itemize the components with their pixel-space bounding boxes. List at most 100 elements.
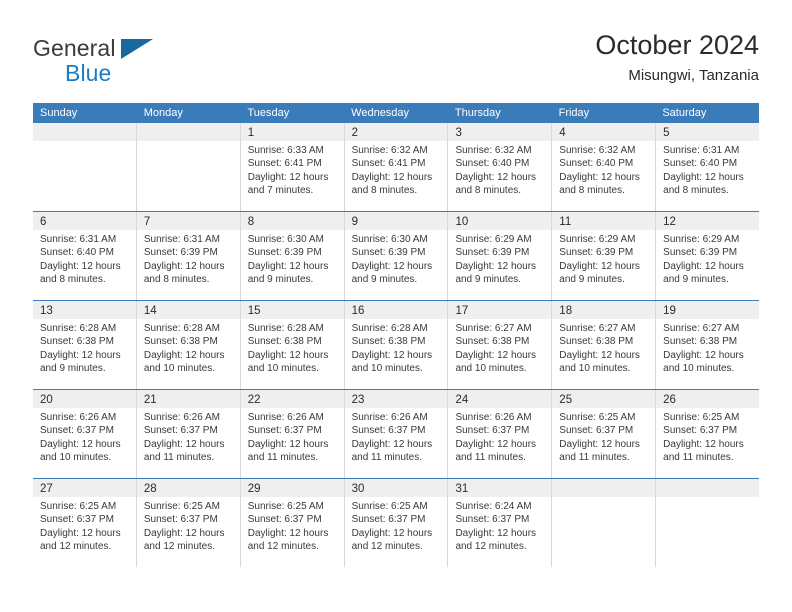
sunset-text: Sunset: 6:39 PM bbox=[351, 247, 426, 259]
calendar-day-cell[interactable]: 4 Sunrise: 6:32 AM Sunset: 6:40 PM Daylight… bbox=[552, 123, 657, 211]
calendar-day-cell-empty bbox=[552, 479, 657, 567]
day-details: Sunrise: 6:24 AM Sunset: 6:37 PM Daylight:… bbox=[448, 497, 551, 554]
daylight-text-line1: Daylight: 12 hours bbox=[559, 171, 640, 183]
calendar-day-cell[interactable]: 3 Sunrise: 6:32 AM Sunset: 6:40 PM Daylight… bbox=[448, 123, 553, 211]
day-number-band: 28 bbox=[136, 479, 240, 497]
sunset-text: Sunset: 6:37 PM bbox=[663, 425, 738, 437]
sunrise-text: Sunrise: 6:26 AM bbox=[143, 412, 221, 423]
calendar-day-cell[interactable]: 8 Sunrise: 6:30 AM Sunset: 6:39 PM Daylight… bbox=[240, 212, 345, 300]
calendar-day-cell[interactable]: 30 Sunrise: 6:25 AM Sunset: 6:37 PM Dayligh… bbox=[344, 479, 449, 567]
day-number-band: 7 bbox=[136, 212, 240, 230]
calendar-day-cell[interactable]: 23 Sunrise: 6:26 AM Sunset: 6:37 PM Dayligh… bbox=[344, 390, 449, 478]
daylight-text-line1: Daylight: 12 hours bbox=[455, 171, 537, 183]
calendar-day-cell[interactable]: 5 Sunrise: 6:31 AM Sunset: 6:40 PM Daylight… bbox=[656, 123, 760, 211]
calendar-day-cell[interactable]: 6 Sunrise: 6:31 AM Sunset: 6:40 PM Daylight… bbox=[33, 212, 137, 300]
calendar-day-cell[interactable]: 21 Sunrise: 6:26 AM Sunset: 6:37 PM Dayligh… bbox=[136, 390, 241, 478]
day-number-band: 17 bbox=[448, 301, 552, 319]
day-details: Sunrise: 6:27 AM Sunset: 6:38 PM Daylight:… bbox=[656, 319, 759, 376]
calendar-day-cell[interactable]: 1 Sunrise: 6:33 AM Sunset: 6:41 PM Daylight… bbox=[240, 123, 345, 211]
day-details: Sunrise: 6:28 AM Sunset: 6:38 PM Daylight:… bbox=[137, 319, 240, 376]
calendar-day-cell[interactable]: 13 Sunrise: 6:28 AM Sunset: 6:38 PM Dayligh… bbox=[33, 301, 137, 389]
day-details: Sunrise: 6:27 AM Sunset: 6:38 PM Daylight:… bbox=[448, 319, 551, 376]
daylight-text-line1: Daylight: 12 hours bbox=[143, 527, 225, 539]
sunrise-text: Sunrise: 6:26 AM bbox=[40, 412, 117, 423]
calendar-day-cell[interactable]: 2 Sunrise: 6:32 AM Sunset: 6:41 PM Daylight… bbox=[344, 123, 449, 211]
day-number-band: 25 bbox=[552, 390, 656, 408]
calendar-week-row: 27 Sunrise: 6:25 AM Sunset: 6:37 PM Dayligh… bbox=[33, 478, 760, 567]
daylight-text-line2: and 8 minutes. bbox=[559, 185, 625, 197]
daylight-text-line1: Daylight: 12 hours bbox=[663, 438, 744, 450]
sunset-text: Sunset: 6:37 PM bbox=[351, 514, 426, 526]
day-number: 6 bbox=[40, 216, 47, 228]
sunrise-text: Sunrise: 6:29 AM bbox=[455, 234, 532, 245]
calendar-day-cell[interactable]: 25 Sunrise: 6:25 AM Sunset: 6:37 PM Dayligh… bbox=[552, 390, 657, 478]
day-number-band: 10 bbox=[448, 212, 552, 230]
day-number-band: 30 bbox=[344, 479, 448, 497]
day-details bbox=[137, 141, 240, 144]
sunrise-text: Sunrise: 6:25 AM bbox=[559, 412, 636, 423]
sunrise-text: Sunrise: 6:26 AM bbox=[351, 412, 428, 423]
daylight-text-line1: Daylight: 12 hours bbox=[247, 349, 329, 361]
sunset-text: Sunset: 6:37 PM bbox=[40, 514, 114, 526]
calendar-day-cell[interactable]: 18 Sunrise: 6:27 AM Sunset: 6:38 PM Dayligh… bbox=[552, 301, 657, 389]
daylight-text-line2: and 10 minutes. bbox=[143, 363, 216, 375]
calendar-day-cell[interactable]: 7 Sunrise: 6:31 AM Sunset: 6:39 PM Daylight… bbox=[136, 212, 241, 300]
day-details: Sunrise: 6:25 AM Sunset: 6:37 PM Daylight:… bbox=[345, 497, 448, 554]
calendar-page: General Blue October 2024 Misungwi, Tanz… bbox=[0, 0, 792, 612]
sunrise-text: Sunrise: 6:31 AM bbox=[143, 234, 221, 245]
daylight-text-line1: Daylight: 12 hours bbox=[247, 260, 329, 272]
day-number-band: 24 bbox=[448, 390, 552, 408]
daylight-text-line2: and 10 minutes. bbox=[40, 452, 112, 464]
page-header: General Blue October 2024 Misungwi, Tanz… bbox=[33, 28, 759, 94]
daylight-text-line1: Daylight: 12 hours bbox=[143, 260, 225, 272]
calendar-day-cell[interactable]: 17 Sunrise: 6:27 AM Sunset: 6:38 PM Dayligh… bbox=[448, 301, 553, 389]
day-number: 14 bbox=[143, 305, 157, 317]
calendar-day-cell-empty bbox=[136, 123, 241, 211]
calendar-day-cell[interactable]: 29 Sunrise: 6:25 AM Sunset: 6:37 PM Dayligh… bbox=[240, 479, 345, 567]
calendar-day-cell[interactable]: 16 Sunrise: 6:28 AM Sunset: 6:38 PM Dayligh… bbox=[344, 301, 449, 389]
calendar-day-cell[interactable]: 31 Sunrise: 6:24 AM Sunset: 6:37 PM Dayligh… bbox=[448, 479, 553, 567]
daylight-text-line2: and 9 minutes. bbox=[559, 274, 625, 286]
daylight-text-line1: Daylight: 12 hours bbox=[455, 260, 537, 272]
weekday-header-friday: Friday bbox=[558, 107, 590, 119]
calendar-day-cell[interactable]: 20 Sunrise: 6:26 AM Sunset: 6:37 PM Dayligh… bbox=[33, 390, 137, 478]
day-details: Sunrise: 6:30 AM Sunset: 6:39 PM Daylight:… bbox=[241, 230, 344, 287]
daylight-text-line1: Daylight: 12 hours bbox=[247, 527, 329, 539]
calendar-day-cell[interactable]: 15 Sunrise: 6:28 AM Sunset: 6:38 PM Dayligh… bbox=[240, 301, 345, 389]
calendar-day-cell[interactable]: 26 Sunrise: 6:25 AM Sunset: 6:37 PM Dayligh… bbox=[656, 390, 760, 478]
calendar-day-cell[interactable]: 22 Sunrise: 6:26 AM Sunset: 6:37 PM Dayligh… bbox=[240, 390, 345, 478]
daylight-text-line1: Daylight: 12 hours bbox=[40, 260, 121, 272]
sunset-text: Sunset: 6:38 PM bbox=[455, 336, 530, 348]
daylight-text-line2: and 11 minutes. bbox=[247, 452, 319, 464]
day-details: Sunrise: 6:28 AM Sunset: 6:38 PM Daylight:… bbox=[241, 319, 344, 376]
sunrise-text: Sunrise: 6:27 AM bbox=[455, 323, 532, 334]
calendar-day-cell[interactable]: 14 Sunrise: 6:28 AM Sunset: 6:38 PM Dayligh… bbox=[136, 301, 241, 389]
sunset-text: Sunset: 6:38 PM bbox=[247, 336, 322, 348]
calendar-day-cell[interactable]: 27 Sunrise: 6:25 AM Sunset: 6:37 PM Dayligh… bbox=[33, 479, 137, 567]
daylight-text-line1: Daylight: 12 hours bbox=[351, 438, 433, 450]
calendar-day-cell[interactable]: 11 Sunrise: 6:29 AM Sunset: 6:39 PM Dayligh… bbox=[552, 212, 657, 300]
daylight-text-line2: and 8 minutes. bbox=[663, 185, 729, 197]
calendar-day-cell[interactable]: 12 Sunrise: 6:29 AM Sunset: 6:39 PM Dayligh… bbox=[656, 212, 760, 300]
triangle-icon bbox=[121, 39, 153, 59]
calendar-day-cell[interactable]: 10 Sunrise: 6:29 AM Sunset: 6:39 PM Dayligh… bbox=[448, 212, 553, 300]
daylight-text-line1: Daylight: 12 hours bbox=[559, 260, 640, 272]
day-number: 4 bbox=[559, 127, 566, 139]
daylight-text-line2: and 9 minutes. bbox=[40, 363, 106, 375]
day-details: Sunrise: 6:32 AM Sunset: 6:40 PM Daylight:… bbox=[448, 141, 551, 198]
day-number-band: 9 bbox=[344, 212, 448, 230]
day-number-band bbox=[656, 479, 760, 497]
day-number-band: 21 bbox=[136, 390, 240, 408]
calendar-week-row: 1 Sunrise: 6:33 AM Sunset: 6:41 PM Daylight… bbox=[33, 123, 760, 211]
sunset-text: Sunset: 6:41 PM bbox=[247, 158, 322, 170]
calendar-day-cell[interactable]: 28 Sunrise: 6:25 AM Sunset: 6:37 PM Dayligh… bbox=[136, 479, 241, 567]
daylight-text-line2: and 11 minutes. bbox=[559, 452, 630, 464]
calendar-day-cell[interactable]: 24 Sunrise: 6:26 AM Sunset: 6:37 PM Dayligh… bbox=[448, 390, 553, 478]
general-blue-logo[interactable]: General Blue bbox=[33, 36, 263, 92]
calendar-day-cell[interactable]: 19 Sunrise: 6:27 AM Sunset: 6:38 PM Dayligh… bbox=[656, 301, 760, 389]
day-details: Sunrise: 6:31 AM Sunset: 6:40 PM Daylight:… bbox=[656, 141, 759, 198]
sunrise-text: Sunrise: 6:33 AM bbox=[247, 145, 324, 156]
day-details: Sunrise: 6:31 AM Sunset: 6:39 PM Daylight:… bbox=[137, 230, 240, 287]
sunrise-text: Sunrise: 6:28 AM bbox=[247, 323, 324, 334]
calendar-day-cell[interactable]: 9 Sunrise: 6:30 AM Sunset: 6:39 PM Daylight… bbox=[344, 212, 449, 300]
